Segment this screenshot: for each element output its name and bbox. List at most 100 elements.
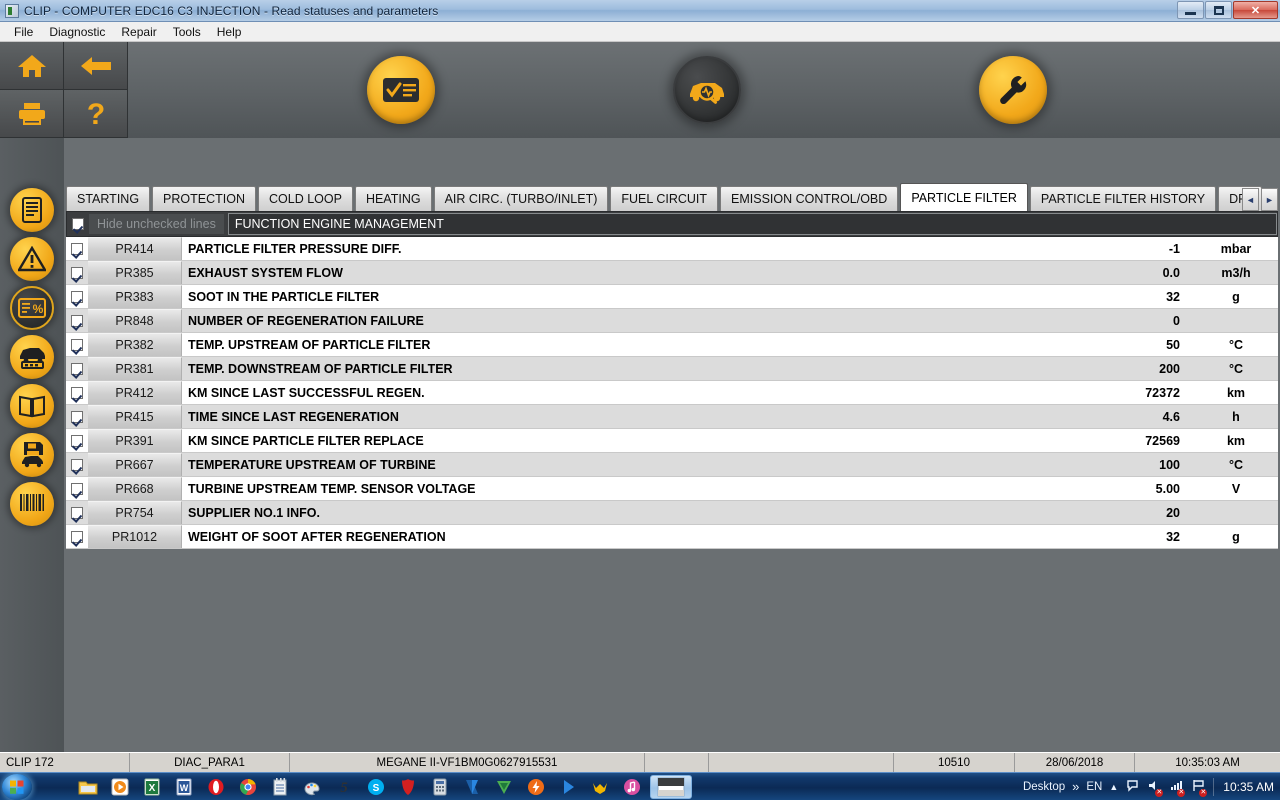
menu-item-help[interactable]: Help — [209, 23, 250, 41]
taskbar-media-player-button[interactable] — [106, 775, 134, 799]
taskbar-word-button[interactable]: W — [170, 775, 198, 799]
taskbar-notepad-button[interactable] — [266, 775, 294, 799]
sidebar-item-fault-finding[interactable] — [10, 237, 54, 281]
tab-protection[interactable]: PROTECTION — [152, 186, 256, 211]
row-checkbox[interactable] — [71, 435, 83, 447]
row-checkbox-cell[interactable] — [66, 333, 88, 356]
taskbar-s-app-button[interactable]: 5 — [330, 775, 358, 799]
taskbar-blue-play-button[interactable] — [554, 775, 582, 799]
taskbar-clock[interactable]: 10:35 AM — [1221, 780, 1274, 794]
sidebar-item-identification[interactable] — [10, 188, 54, 232]
taskbar-itunes-button[interactable] — [618, 775, 646, 799]
table-row[interactable]: PR382 TEMP. UPSTREAM OF PARTICLE FILTER … — [66, 333, 1278, 357]
minimize-button[interactable] — [1177, 1, 1204, 19]
row-checkbox[interactable] — [71, 267, 83, 279]
table-row[interactable]: PR412 KM SINCE LAST SUCCESSFUL REGEN. 72… — [66, 381, 1278, 405]
table-row[interactable]: PR381 TEMP. DOWNSTREAM OF PARTICLE FILTE… — [66, 357, 1278, 381]
tab-emission-control-obd[interactable]: EMISSION CONTROL/OBD — [720, 186, 898, 211]
taskbar-skype-button[interactable]: S — [362, 775, 390, 799]
tab-scroll-right-button[interactable]: ► — [1261, 188, 1278, 211]
row-checkbox[interactable] — [71, 243, 83, 255]
table-row[interactable]: PR385 EXHAUST SYSTEM FLOW 0.0 m3/h — [66, 261, 1278, 285]
tab-particle-filter-history[interactable]: PARTICLE FILTER HISTORY — [1030, 186, 1216, 211]
table-row[interactable]: PR848 NUMBER OF REGENERATION FAILURE 0 — [66, 309, 1278, 333]
menu-item-tools[interactable]: Tools — [165, 23, 209, 41]
row-checkbox-cell[interactable] — [66, 381, 88, 404]
table-row[interactable]: PR754 SUPPLIER NO.1 INFO. 20 — [66, 501, 1278, 525]
table-row[interactable]: PR383 SOOT IN THE PARTICLE FILTER 32 g — [66, 285, 1278, 309]
repair-tools-button[interactable] — [979, 56, 1047, 124]
sidebar-item-documentation[interactable] — [10, 384, 54, 428]
taskbar-excel-button[interactable]: X — [138, 775, 166, 799]
row-checkbox-cell[interactable] — [66, 501, 88, 524]
tray-overflow-icon[interactable]: » — [1072, 779, 1079, 794]
tab-cold-loop[interactable]: COLD LOOP — [258, 186, 353, 211]
hide-unchecked-checkbox[interactable] — [72, 218, 84, 230]
row-checkbox[interactable] — [71, 291, 83, 303]
row-checkbox-cell[interactable] — [66, 357, 88, 380]
row-checkbox[interactable] — [71, 339, 83, 351]
row-checkbox-cell[interactable] — [66, 525, 88, 548]
row-checkbox[interactable] — [71, 459, 83, 471]
row-checkbox-cell[interactable] — [66, 453, 88, 476]
row-checkbox-cell[interactable] — [66, 429, 88, 452]
tab-scroll-left-button[interactable]: ◄ — [1242, 188, 1259, 211]
sidebar-item-statuses-parameters[interactable]: % — [10, 286, 54, 330]
taskbar-orange-flash-button[interactable] — [522, 775, 550, 799]
sidebar-item-save-vehicle[interactable] — [10, 433, 54, 477]
vehicle-diagnostic-button[interactable] — [673, 56, 741, 124]
flag-error-icon[interactable]: ✕ — [1191, 778, 1206, 796]
table-row[interactable]: PR667 TEMPERATURE UPSTREAM OF TURBINE 10… — [66, 453, 1278, 477]
row-checkbox-cell[interactable] — [66, 285, 88, 308]
desktop-label[interactable]: Desktop — [1023, 781, 1065, 793]
taskbar-opera-button[interactable] — [202, 775, 230, 799]
menu-item-diagnostic[interactable]: Diagnostic — [41, 23, 113, 41]
menu-item-file[interactable]: File — [6, 23, 41, 41]
sidebar-item-commands[interactable] — [10, 335, 54, 379]
taskbar-chrome-button[interactable] — [234, 775, 262, 799]
row-checkbox[interactable] — [71, 483, 83, 495]
row-checkbox[interactable] — [71, 507, 83, 519]
row-checkbox-cell[interactable] — [66, 477, 88, 500]
hide-unchecked-checkbox-cell[interactable] — [67, 218, 89, 230]
help-button[interactable]: ? — [64, 90, 128, 138]
table-row[interactable]: PR415 TIME SINCE LAST REGENERATION 4.6 h — [66, 405, 1278, 429]
maximize-button[interactable] — [1205, 1, 1232, 19]
table-row[interactable]: PR1012 WEIGHT OF SOOT AFTER REGENERATION… — [66, 525, 1278, 549]
tab-particle-filter[interactable]: PARTICLE FILTER — [900, 183, 1028, 211]
tab-air-circ[interactable]: AIR CIRC. (TURBO/INLET) — [434, 186, 609, 211]
row-checkbox-cell[interactable] — [66, 261, 88, 284]
taskbar-firebird-button[interactable] — [586, 775, 614, 799]
print-button[interactable] — [0, 90, 64, 138]
taskbar-red-shield-button[interactable] — [394, 775, 422, 799]
taskbar-calculator-button[interactable] — [426, 775, 454, 799]
tab-fuel-circuit[interactable]: FUEL CIRCUIT — [610, 186, 718, 211]
menu-item-repair[interactable]: Repair — [113, 23, 164, 41]
row-checkbox[interactable] — [71, 531, 83, 543]
action-center-icon[interactable] — [1125, 778, 1140, 796]
checklist-button[interactable] — [367, 56, 435, 124]
home-button[interactable] — [0, 42, 64, 90]
close-button[interactable]: ✕ — [1233, 1, 1278, 19]
table-row[interactable]: PR414 PARTICLE FILTER PRESSURE DIFF. -1 … — [66, 237, 1278, 261]
start-button[interactable] — [2, 774, 32, 800]
volume-muted-icon[interactable]: ✕ — [1147, 778, 1162, 796]
sidebar-item-barcode[interactable] — [10, 482, 54, 526]
taskbar-paint-button[interactable] — [298, 775, 326, 799]
row-checkbox-cell[interactable] — [66, 405, 88, 428]
language-indicator[interactable]: EN — [1086, 781, 1102, 793]
table-row[interactable]: PR668 TURBINE UPSTREAM TEMP. SENSOR VOLT… — [66, 477, 1278, 501]
taskbar-green-app-button[interactable] — [490, 775, 518, 799]
row-checkbox[interactable] — [71, 411, 83, 423]
tab-starting[interactable]: STARTING — [66, 186, 150, 211]
network-error-icon[interactable]: ✕ — [1169, 778, 1184, 796]
row-checkbox[interactable] — [71, 315, 83, 327]
back-button[interactable] — [64, 42, 128, 90]
row-checkbox-cell[interactable] — [66, 237, 88, 260]
row-checkbox[interactable] — [71, 387, 83, 399]
table-row[interactable]: PR391 KM SINCE PARTICLE FILTER REPLACE 7… — [66, 429, 1278, 453]
taskbar-blue-app-button[interactable] — [458, 775, 486, 799]
row-checkbox[interactable] — [71, 363, 83, 375]
show-hidden-icons-button[interactable]: ▲ — [1109, 782, 1118, 792]
row-checkbox-cell[interactable] — [66, 309, 88, 332]
